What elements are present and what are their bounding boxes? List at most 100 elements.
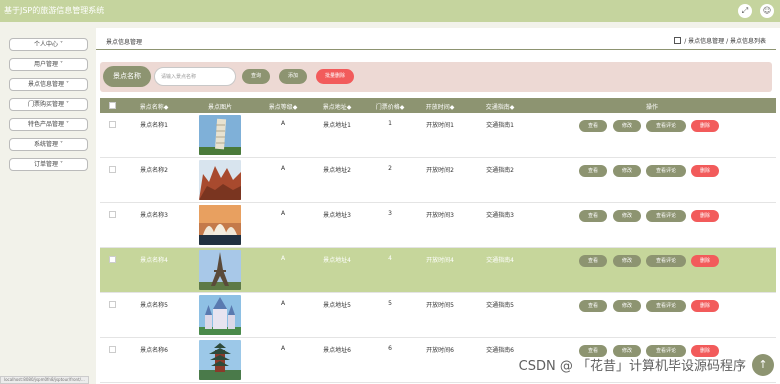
cell-address: 景点地址4 xyxy=(323,257,351,264)
header-image: 景点图片 xyxy=(207,104,233,111)
row-checkbox[interactable] xyxy=(109,211,116,218)
attraction-image xyxy=(199,115,241,155)
cell-price: 5 xyxy=(388,300,392,307)
cell-price: 4 xyxy=(388,255,392,262)
add-button[interactable]: 添加 xyxy=(279,69,307,84)
cell-address: 景点地址5 xyxy=(323,302,351,309)
attraction-image xyxy=(199,160,241,200)
attractions-table: 景点名称◆ 景点图片 景点等级◆ 景点地址◆ 门票价格◆ 开放时间◆ 交通指南◆… xyxy=(100,98,776,384)
delete-button[interactable]: 删除 xyxy=(691,120,719,132)
cell-guide: 交通指南3 xyxy=(486,212,514,219)
bulk-delete-button[interactable]: 批量删除 xyxy=(316,69,354,84)
sidebar-item-system[interactable]: 系统管理 ˅ xyxy=(9,138,88,151)
reviews-button[interactable]: 查看评论 xyxy=(646,300,686,312)
search-field-label: 景点名称 xyxy=(103,66,151,87)
breadcrumb: / 景点信息管理 / 景点信息列表 xyxy=(674,36,766,45)
expand-icon[interactable]: ⤢ xyxy=(738,4,752,18)
select-all-checkbox[interactable] xyxy=(109,102,116,109)
sidebar-item-orders[interactable]: 订单管理 ˅ xyxy=(9,158,88,171)
delete-button[interactable]: 删除 xyxy=(691,255,719,267)
home-icon[interactable] xyxy=(674,37,682,44)
delete-button[interactable]: 删除 xyxy=(691,165,719,177)
edit-button[interactable]: 修改 xyxy=(613,120,641,132)
row-checkbox[interactable] xyxy=(109,166,116,173)
cell-name: 景点名称6 xyxy=(140,347,168,354)
cell-guide: 交通指南4 xyxy=(486,257,514,264)
table-row[interactable]: 景点名称5 A 景点地址5 5 开放时间5 交通指南5 查看 修改 查看评论 删… xyxy=(100,293,776,338)
cell-level: A xyxy=(280,165,286,172)
search-bar: 景点名称 查询 添加 批量删除 xyxy=(100,62,772,92)
cell-name: 景点名称1 xyxy=(140,122,168,129)
header-hours[interactable]: 开放时间◆ xyxy=(426,102,455,111)
row-checkbox[interactable] xyxy=(109,346,116,353)
cell-address: 景点地址2 xyxy=(323,167,351,174)
sidebar-item-attractions[interactable]: 景点信息管理 ˅ xyxy=(9,78,88,91)
delete-button[interactable]: 删除 xyxy=(691,300,719,312)
row-checkbox[interactable] xyxy=(109,121,116,128)
table-header: 景点名称◆ 景点图片 景点等级◆ 景点地址◆ 门票价格◆ 开放时间◆ 交通指南◆… xyxy=(100,98,776,113)
reviews-button[interactable]: 查看评论 xyxy=(646,165,686,177)
cell-hours: 开放时间2 xyxy=(426,167,454,174)
row-checkbox[interactable] xyxy=(109,256,116,263)
cell-name: 景点名称4 xyxy=(140,257,168,264)
view-button[interactable]: 查看 xyxy=(579,120,607,132)
view-button[interactable]: 查看 xyxy=(579,165,607,177)
delete-button[interactable]: 删除 xyxy=(691,210,719,222)
attraction-image xyxy=(199,205,241,245)
edit-button[interactable]: 修改 xyxy=(613,255,641,267)
cell-hours: 开放时间3 xyxy=(426,212,454,219)
edit-button[interactable]: 修改 xyxy=(613,300,641,312)
reviews-button[interactable]: 查看评论 xyxy=(646,210,686,222)
table-row[interactable]: 景点名称2 A 景点地址2 2 开放时间2 交通指南2 查看 修改 查看评论 删… xyxy=(100,158,776,203)
main-content: 景点信息管理 / 景点信息管理 / 景点信息列表 景点名称 查询 添加 批量删除… xyxy=(96,28,780,384)
cell-price: 1 xyxy=(388,120,392,127)
header-guide[interactable]: 交通指南◆ xyxy=(486,102,515,111)
sidebar-item-tickets[interactable]: 门票购买管理 ˅ xyxy=(9,98,88,111)
header-address[interactable]: 景点地址◆ xyxy=(323,102,352,111)
top-bar: 基于JSP的旅游信息管理系统 ⤢ ☺ xyxy=(0,0,780,22)
sidebar-item-products[interactable]: 特色产品管理 ˅ xyxy=(9,118,88,131)
cell-guide: 交通指南1 xyxy=(486,122,514,129)
user-icon[interactable]: ☺ xyxy=(760,4,774,18)
breadcrumb-text[interactable]: / 景点信息管理 / 景点信息列表 xyxy=(684,38,766,45)
cell-name: 景点名称2 xyxy=(140,167,168,174)
edit-button[interactable]: 修改 xyxy=(613,165,641,177)
header-price[interactable]: 门票价格◆ xyxy=(376,102,405,111)
app-title: 基于JSP的旅游信息管理系统 xyxy=(4,6,105,15)
cell-address: 景点地址6 xyxy=(323,347,351,354)
cell-name: 景点名称3 xyxy=(140,212,168,219)
page-header: 景点信息管理 / 景点信息管理 / 景点信息列表 xyxy=(96,28,776,50)
page-title: 景点信息管理 xyxy=(106,39,143,46)
view-button[interactable]: 查看 xyxy=(579,300,607,312)
cell-level: A xyxy=(280,120,286,127)
header-level[interactable]: 景点等级◆ xyxy=(269,102,298,111)
edit-button[interactable]: 修改 xyxy=(613,210,641,222)
reviews-button[interactable]: 查看评论 xyxy=(646,120,686,132)
reviews-button[interactable]: 查看评论 xyxy=(646,255,686,267)
cell-address: 景点地址1 xyxy=(323,122,351,129)
row-checkbox[interactable] xyxy=(109,301,116,308)
cell-level: A xyxy=(280,210,286,217)
view-button[interactable]: 查看 xyxy=(579,210,607,222)
view-button[interactable]: 查看 xyxy=(579,255,607,267)
status-url: localhost:8080/jspm0fn8/jsptour/front/..… xyxy=(0,376,89,384)
cell-price: 2 xyxy=(388,165,392,172)
sidebar: 个人中心 ˅ 用户管理 ˅ 景点信息管理 ˅ 门票购买管理 ˅ 特色产品管理 ˅… xyxy=(0,30,90,384)
cell-level: A xyxy=(280,300,286,307)
sidebar-item-profile[interactable]: 个人中心 ˅ xyxy=(9,38,88,51)
table-row[interactable]: 景点名称1 A 景点地址1 1 开放时间1 交通指南1 查看 修改 查看评论 删… xyxy=(100,113,776,158)
attraction-image xyxy=(199,250,241,290)
cell-hours: 开放时间6 xyxy=(426,347,454,354)
cell-hours: 开放时间5 xyxy=(426,302,454,309)
query-button[interactable]: 查询 xyxy=(242,69,270,84)
cell-price: 3 xyxy=(388,210,392,217)
attraction-image xyxy=(199,295,241,335)
search-input[interactable] xyxy=(154,67,236,86)
header-name[interactable]: 景点名称◆ xyxy=(140,102,169,111)
table-row[interactable]: 景点名称3 A 景点地址3 3 开放时间3 交通指南3 查看 修改 查看评论 删… xyxy=(100,203,776,248)
scroll-top-button[interactable]: ↑ xyxy=(752,354,774,376)
cell-level: A xyxy=(280,345,286,352)
table-row[interactable]: 景点名称4 A 景点地址4 4 开放时间4 交通指南4 查看 修改 查看评论 删… xyxy=(100,248,776,293)
sidebar-item-users[interactable]: 用户管理 ˅ xyxy=(9,58,88,71)
cell-price: 6 xyxy=(388,345,392,352)
